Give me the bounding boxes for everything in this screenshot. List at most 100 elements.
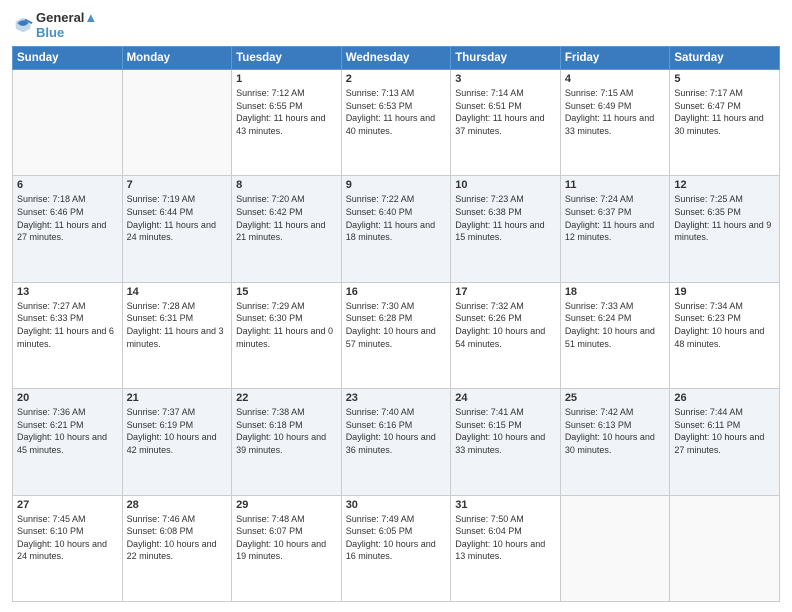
day-info: Sunrise: 7:13 AMSunset: 6:53 PMDaylight:… [346,87,447,137]
calendar-cell: 2Sunrise: 7:13 AMSunset: 6:53 PMDaylight… [341,70,451,176]
day-info: Sunrise: 7:18 AMSunset: 6:46 PMDaylight:… [17,193,118,243]
day-info: Sunrise: 7:28 AMSunset: 6:31 PMDaylight:… [127,300,228,350]
day-number: 11 [565,179,666,191]
calendar-cell: 5 Sunrise: 7:17 AMSunset: 6:47 PMDaylight… [670,70,780,176]
day-info: Sunrise: 7:36 AMSunset: 6:21 PMDaylight:… [17,406,118,456]
day-number: 17 [455,286,556,298]
day-info: Sunrise: 7:14 AMSunset: 6:51 PMDaylight:… [455,87,556,137]
logo: General▲ Blue [12,10,97,40]
day-number: 22 [236,392,337,404]
page: General▲ Blue Sunday Monday Tuesday Wedn… [0,0,792,612]
calendar-cell: 23Sunrise: 7:40 AMSunset: 6:16 PMDayligh… [341,389,451,495]
day-info: Sunrise: 7:19 AMSunset: 6:44 PMDaylight:… [127,193,228,243]
calendar-header: Sunday Monday Tuesday Wednesday Thursday… [13,47,780,70]
day-info: Sunrise: 7:50 AMSunset: 6:04 PMDaylight:… [455,513,556,563]
calendar-cell: 17 Sunrise: 7:32 AMSunset: 6:26 PMDayligh… [451,282,561,388]
day-info: Sunrise: 7:42 AMSunset: 6:13 PMDaylight:… [565,406,666,456]
col-friday: Friday [560,47,670,70]
calendar-cell [122,70,232,176]
day-number: 16 [346,286,447,298]
calendar-cell: 7 Sunrise: 7:19 AMSunset: 6:44 PMDaylight… [122,176,232,282]
calendar-cell: 29Sunrise: 7:48 AMSunset: 6:07 PMDayligh… [232,495,342,601]
calendar-cell: 14 Sunrise: 7:28 AMSunset: 6:31 PMDayligh… [122,282,232,388]
day-number: 8 [236,179,337,191]
calendar-cell: 1 Sunrise: 7:12 AMSunset: 6:55 PMDaylight… [232,70,342,176]
calendar-cell [13,70,123,176]
day-info: Sunrise: 7:44 AMSunset: 6:11 PMDaylight:… [674,406,775,456]
day-number: 5 [674,73,775,85]
calendar-table: Sunday Monday Tuesday Wednesday Thursday… [12,46,780,602]
col-tuesday: Tuesday [232,47,342,70]
calendar-cell: 11 Sunrise: 7:24 AMSunset: 6:37 PMDayligh… [560,176,670,282]
calendar-body: 1 Sunrise: 7:12 AMSunset: 6:55 PMDaylight… [13,70,780,602]
day-info: Sunrise: 7:37 AMSunset: 6:19 PMDaylight:… [127,406,228,456]
day-number: 27 [17,499,118,511]
calendar-cell: 22Sunrise: 7:38 AMSunset: 6:18 PMDayligh… [232,389,342,495]
calendar-cell: 10Sunrise: 7:23 AMSunset: 6:38 PMDayligh… [451,176,561,282]
calendar-cell: 24 Sunrise: 7:41 AMSunset: 6:15 PMDayligh… [451,389,561,495]
calendar-cell: 6 Sunrise: 7:18 AMSunset: 6:46 PMDaylight… [13,176,123,282]
logo-line2: Blue [36,25,97,40]
calendar-cell: 21Sunrise: 7:37 AMSunset: 6:19 PMDayligh… [122,389,232,495]
day-info: Sunrise: 7:24 AMSunset: 6:37 PMDaylight:… [565,193,666,243]
calendar-cell: 13Sunrise: 7:27 AMSunset: 6:33 PMDayligh… [13,282,123,388]
day-info: Sunrise: 7:15 AMSunset: 6:49 PMDaylight:… [565,87,666,137]
day-info: Sunrise: 7:33 AMSunset: 6:24 PMDaylight:… [565,300,666,350]
day-info: Sunrise: 7:25 AMSunset: 6:35 PMDaylight:… [674,193,775,243]
calendar-cell: 19 Sunrise: 7:34 AMSunset: 6:23 PMDayligh… [670,282,780,388]
col-saturday: Saturday [670,47,780,70]
calendar-cell: 12 Sunrise: 7:25 AMSunset: 6:35 PMDayligh… [670,176,780,282]
calendar-week-5: 27 Sunrise: 7:45 AMSunset: 6:10 PMDayligh… [13,495,780,601]
day-info: Sunrise: 7:32 AMSunset: 6:26 PMDaylight:… [455,300,556,350]
day-info: Sunrise: 7:45 AMSunset: 6:10 PMDaylight:… [17,513,118,563]
day-info: Sunrise: 7:12 AMSunset: 6:55 PMDaylight:… [236,87,337,137]
logo-icon [12,14,34,36]
calendar-week-3: 13Sunrise: 7:27 AMSunset: 6:33 PMDayligh… [13,282,780,388]
col-monday: Monday [122,47,232,70]
day-number: 7 [127,179,228,191]
day-number: 19 [674,286,775,298]
calendar-cell: 28Sunrise: 7:46 AMSunset: 6:08 PMDayligh… [122,495,232,601]
col-sunday: Sunday [13,47,123,70]
day-number: 20 [17,392,118,404]
day-info: Sunrise: 7:34 AMSunset: 6:23 PMDaylight:… [674,300,775,350]
day-info: Sunrise: 7:22 AMSunset: 6:40 PMDaylight:… [346,193,447,243]
day-number: 18 [565,286,666,298]
calendar-cell [560,495,670,601]
calendar-cell: 31 Sunrise: 7:50 AMSunset: 6:04 PMDayligh… [451,495,561,601]
day-number: 25 [565,392,666,404]
calendar-week-1: 1 Sunrise: 7:12 AMSunset: 6:55 PMDaylight… [13,70,780,176]
day-number: 9 [346,179,447,191]
day-info: Sunrise: 7:30 AMSunset: 6:28 PMDaylight:… [346,300,447,350]
day-info: Sunrise: 7:49 AMSunset: 6:05 PMDaylight:… [346,513,447,563]
day-info: Sunrise: 7:29 AMSunset: 6:30 PMDaylight:… [236,300,337,350]
day-number: 14 [127,286,228,298]
day-number: 10 [455,179,556,191]
day-number: 12 [674,179,775,191]
calendar-cell: 9 Sunrise: 7:22 AMSunset: 6:40 PMDaylight… [341,176,451,282]
calendar-cell: 15 Sunrise: 7:29 AMSunset: 6:30 PMDayligh… [232,282,342,388]
day-number: 3 [455,73,556,85]
day-number: 23 [346,392,447,404]
calendar-cell: 27 Sunrise: 7:45 AMSunset: 6:10 PMDayligh… [13,495,123,601]
calendar-cell: 30Sunrise: 7:49 AMSunset: 6:05 PMDayligh… [341,495,451,601]
day-number: 13 [17,286,118,298]
day-number: 31 [455,499,556,511]
calendar-cell [670,495,780,601]
logo-line1: General▲ [36,10,97,25]
day-number: 6 [17,179,118,191]
header-row: Sunday Monday Tuesday Wednesday Thursday… [13,47,780,70]
calendar-cell: 8Sunrise: 7:20 AMSunset: 6:42 PMDaylight… [232,176,342,282]
calendar-week-4: 20 Sunrise: 7:36 AMSunset: 6:21 PMDayligh… [13,389,780,495]
day-number: 29 [236,499,337,511]
day-number: 1 [236,73,337,85]
calendar-cell: 20 Sunrise: 7:36 AMSunset: 6:21 PMDayligh… [13,389,123,495]
calendar-cell: 18 Sunrise: 7:33 AMSunset: 6:24 PMDayligh… [560,282,670,388]
day-number: 24 [455,392,556,404]
col-thursday: Thursday [451,47,561,70]
logo-text: General▲ Blue [36,10,97,40]
day-info: Sunrise: 7:41 AMSunset: 6:15 PMDaylight:… [455,406,556,456]
day-number: 15 [236,286,337,298]
header: General▲ Blue [12,10,780,40]
day-info: Sunrise: 7:17 AMSunset: 6:47 PMDaylight:… [674,87,775,137]
